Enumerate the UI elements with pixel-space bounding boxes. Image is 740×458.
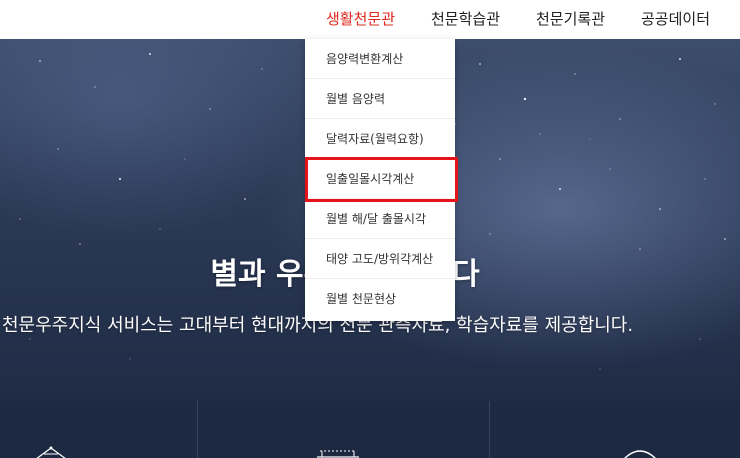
menu-item-lunisolar-conversion[interactable]: 음양력변환계산: [305, 39, 455, 79]
menu-item-monthly-lunisolar-calendar[interactable]: 월별 음양력: [305, 79, 455, 119]
nav-item-daily-astronomy[interactable]: 생활천문관: [326, 0, 395, 39]
top-navigation: 생활천문관 천문학습관 천문기록관 공공데이터: [0, 0, 740, 39]
menu-item-calendar-data[interactable]: 달력자료(월력요항): [305, 119, 455, 159]
nav-item-astronomy-records[interactable]: 천문기록관: [536, 0, 605, 39]
nav-item-astronomy-learning[interactable]: 천문학습관: [431, 0, 500, 39]
telescope-icon[interactable]: [620, 445, 660, 458]
menu-item-sunrise-sunset-calculation[interactable]: 일출일몰시각계산: [305, 159, 455, 199]
service-shortcuts-band: [0, 401, 740, 458]
band-divider: [197, 401, 198, 458]
menu-item-monthly-astronomical-events[interactable]: 월별 천문현상: [305, 279, 455, 319]
daily-astronomy-dropdown-menu: 음양력변환계산 월별 음양력 달력자료(월력요항) 일출일몰시각계산 월별 해/…: [305, 39, 455, 321]
astronomy-book-icon[interactable]: [314, 445, 362, 458]
menu-item-monthly-sun-moon-rise-set[interactable]: 월별 해/달 출몰시각: [305, 199, 455, 239]
nav-item-public-data[interactable]: 공공데이터: [641, 0, 710, 39]
menu-item-solar-altitude-azimuth[interactable]: 태양 고도/방위각계산: [305, 239, 455, 279]
band-divider: [489, 401, 490, 458]
observatory-icon[interactable]: [34, 445, 68, 458]
